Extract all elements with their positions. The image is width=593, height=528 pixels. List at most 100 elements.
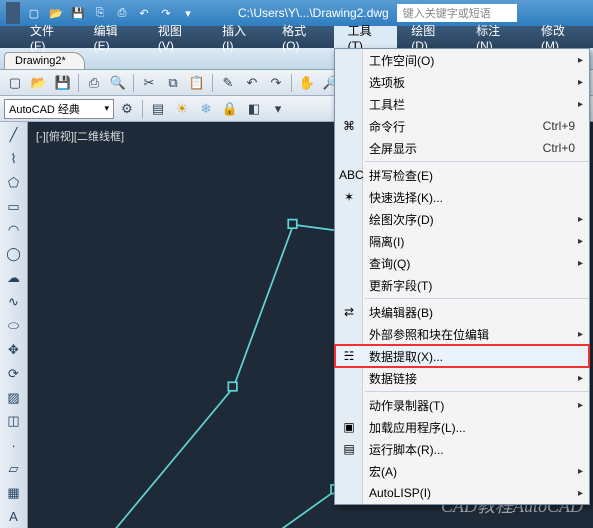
- preview-icon[interactable]: 🔍: [107, 72, 129, 94]
- region-icon[interactable]: ▱: [3, 458, 25, 480]
- menu-view[interactable]: 视图(V): [144, 26, 208, 48]
- menu-insert[interactable]: 插入(I): [208, 26, 268, 48]
- table-icon[interactable]: ▦: [3, 482, 25, 504]
- separator: [142, 100, 143, 118]
- block-icon[interactable]: ◫: [3, 411, 25, 433]
- menu-item[interactable]: 工具栏: [335, 93, 589, 115]
- menu-item-label: 数据提取(X)...: [369, 348, 443, 365]
- help-search-input[interactable]: 键入关键字或短语: [397, 4, 517, 22]
- menu-draw[interactable]: 绘图(D): [397, 26, 462, 48]
- redo-icon[interactable]: ↷: [156, 3, 176, 23]
- menu-tools[interactable]: 工具(T): [334, 26, 398, 48]
- arc-icon[interactable]: ◠: [3, 220, 25, 242]
- menu-file[interactable]: 文件(F): [16, 26, 80, 48]
- menu-item[interactable]: 宏(A): [335, 460, 589, 482]
- menu-item[interactable]: ☵ 数据提取(X)...: [335, 345, 589, 367]
- undo-icon[interactable]: ↶: [134, 3, 154, 23]
- qat-more-icon[interactable]: ▾: [178, 3, 198, 23]
- pan-icon[interactable]: ✋: [296, 72, 318, 94]
- layer-props-icon[interactable]: ▤: [147, 98, 169, 120]
- undo-icon[interactable]: ↶: [241, 72, 263, 94]
- menu-item-icon: ⌘: [339, 119, 359, 133]
- menu-item-label: 外部参照和块在位编辑: [369, 326, 489, 343]
- layer-color-icon[interactable]: ◧: [243, 98, 265, 120]
- menu-item-label: 工作空间(O): [369, 52, 434, 69]
- move-icon[interactable]: ✥: [3, 339, 25, 361]
- redo-icon[interactable]: ↷: [265, 72, 287, 94]
- doc-tab-drawing2[interactable]: Drawing2*: [4, 52, 85, 69]
- menu-item[interactable]: ▣加载应用程序(L)...: [335, 416, 589, 438]
- menu-item[interactable]: 动作录制器(T): [335, 394, 589, 416]
- separator: [133, 74, 134, 92]
- menu-item-label: 块编辑器(B): [369, 304, 433, 321]
- menu-dimension[interactable]: 标注(N): [462, 26, 527, 48]
- menu-item[interactable]: 工作空间(O): [335, 49, 589, 71]
- layer-more-icon[interactable]: ▾: [267, 98, 289, 120]
- polyline-icon[interactable]: ⌇: [3, 148, 25, 170]
- new-icon[interactable]: ▢: [24, 3, 44, 23]
- layer-off-icon[interactable]: ☀: [171, 98, 193, 120]
- menu-item[interactable]: ⇄块编辑器(B): [335, 301, 589, 323]
- menu-item[interactable]: 更新字段(T): [335, 274, 589, 296]
- spline-icon[interactable]: ∿: [3, 291, 25, 313]
- menu-item[interactable]: 全屏显示 Ctrl+0: [335, 137, 589, 159]
- plot-icon[interactable]: ⎙: [112, 3, 132, 23]
- save-icon[interactable]: 💾: [68, 3, 88, 23]
- app-menu-arrow[interactable]: [6, 2, 20, 24]
- rotate-icon[interactable]: ⟳: [3, 363, 25, 385]
- ellipse-icon[interactable]: ⬭: [3, 315, 25, 337]
- menu-item[interactable]: AutoLISP(I): [335, 482, 589, 504]
- rectangle-icon[interactable]: ▭: [3, 196, 25, 218]
- menu-item-label: 全屏显示: [369, 140, 417, 157]
- polygon-icon[interactable]: ⬠: [3, 172, 25, 194]
- match-icon[interactable]: ✎: [217, 72, 239, 94]
- copy-icon[interactable]: ⧉: [162, 72, 184, 94]
- menu-item[interactable]: ▤运行脚本(R)...: [335, 438, 589, 460]
- save-icon[interactable]: 💾: [52, 72, 74, 94]
- menu-item-icon: ☵: [339, 349, 359, 363]
- text-icon[interactable]: A: [3, 506, 25, 528]
- menu-item-label: 选项板: [369, 74, 405, 91]
- menu-item[interactable]: ABC拼写检查(E): [335, 164, 589, 186]
- menu-format[interactable]: 格式(O): [268, 26, 333, 48]
- tools-dropdown: 工作空间(O) 选项板工具栏⌘命令行Ctrl+9 全屏显示 Ctrl+0 ABC拼写检查…: [334, 48, 590, 505]
- paste-icon[interactable]: 📋: [186, 72, 208, 94]
- menu-item[interactable]: 查询(Q): [335, 252, 589, 274]
- menu-item-label: 运行脚本(R)...: [369, 441, 444, 458]
- saveas-icon[interactable]: ⎘: [90, 3, 110, 23]
- menu-item-label: 数据链接: [369, 370, 417, 387]
- open-icon[interactable]: 📂: [46, 3, 66, 23]
- gear-icon[interactable]: ⚙: [116, 98, 138, 120]
- menu-modify[interactable]: 修改(M): [527, 26, 593, 48]
- menu-item-label: AutoLISP(I): [369, 486, 431, 500]
- line-icon[interactable]: ╱: [3, 124, 25, 146]
- menu-item[interactable]: ✶快速选择(K)...: [335, 186, 589, 208]
- menu-item[interactable]: 隔离(I): [335, 230, 589, 252]
- layer-lock-icon[interactable]: 🔒: [219, 98, 241, 120]
- menu-item[interactable]: 外部参照和块在位编辑: [335, 323, 589, 345]
- cut-icon[interactable]: ✂: [138, 72, 160, 94]
- hatch-icon[interactable]: ▨: [3, 387, 25, 409]
- plot-icon[interactable]: ⎙: [83, 72, 105, 94]
- menu-item[interactable]: 绘图次序(D): [335, 208, 589, 230]
- menu-item-label: 查询(Q): [369, 255, 410, 272]
- revcloud-icon[interactable]: ☁: [3, 267, 25, 289]
- menu-separator: [365, 391, 589, 392]
- menu-item[interactable]: ⌘命令行Ctrl+9: [335, 115, 589, 137]
- menu-item[interactable]: 数据链接: [335, 367, 589, 389]
- circle-icon[interactable]: ◯: [3, 243, 25, 265]
- menu-item-label: 更新字段(T): [369, 277, 432, 294]
- new-icon[interactable]: ▢: [4, 72, 26, 94]
- menu-item-icon: ▣: [339, 420, 359, 434]
- menu-item-label: 绘图次序(D): [369, 211, 434, 228]
- menu-item-label: 隔离(I): [369, 233, 404, 250]
- open-icon[interactable]: 📂: [28, 72, 50, 94]
- menu-edit[interactable]: 编辑(E): [80, 26, 144, 48]
- menu-item-shortcut: Ctrl+9: [543, 119, 575, 133]
- layer-freeze-icon[interactable]: ❄: [195, 98, 217, 120]
- menu-item[interactable]: 选项板: [335, 71, 589, 93]
- menu-item-shortcut: Ctrl+0: [543, 141, 575, 155]
- menu-item-label: 动作录制器(T): [369, 397, 444, 414]
- point-icon[interactable]: ∙: [3, 434, 25, 456]
- workspace-combo[interactable]: AutoCAD 经典: [4, 99, 114, 119]
